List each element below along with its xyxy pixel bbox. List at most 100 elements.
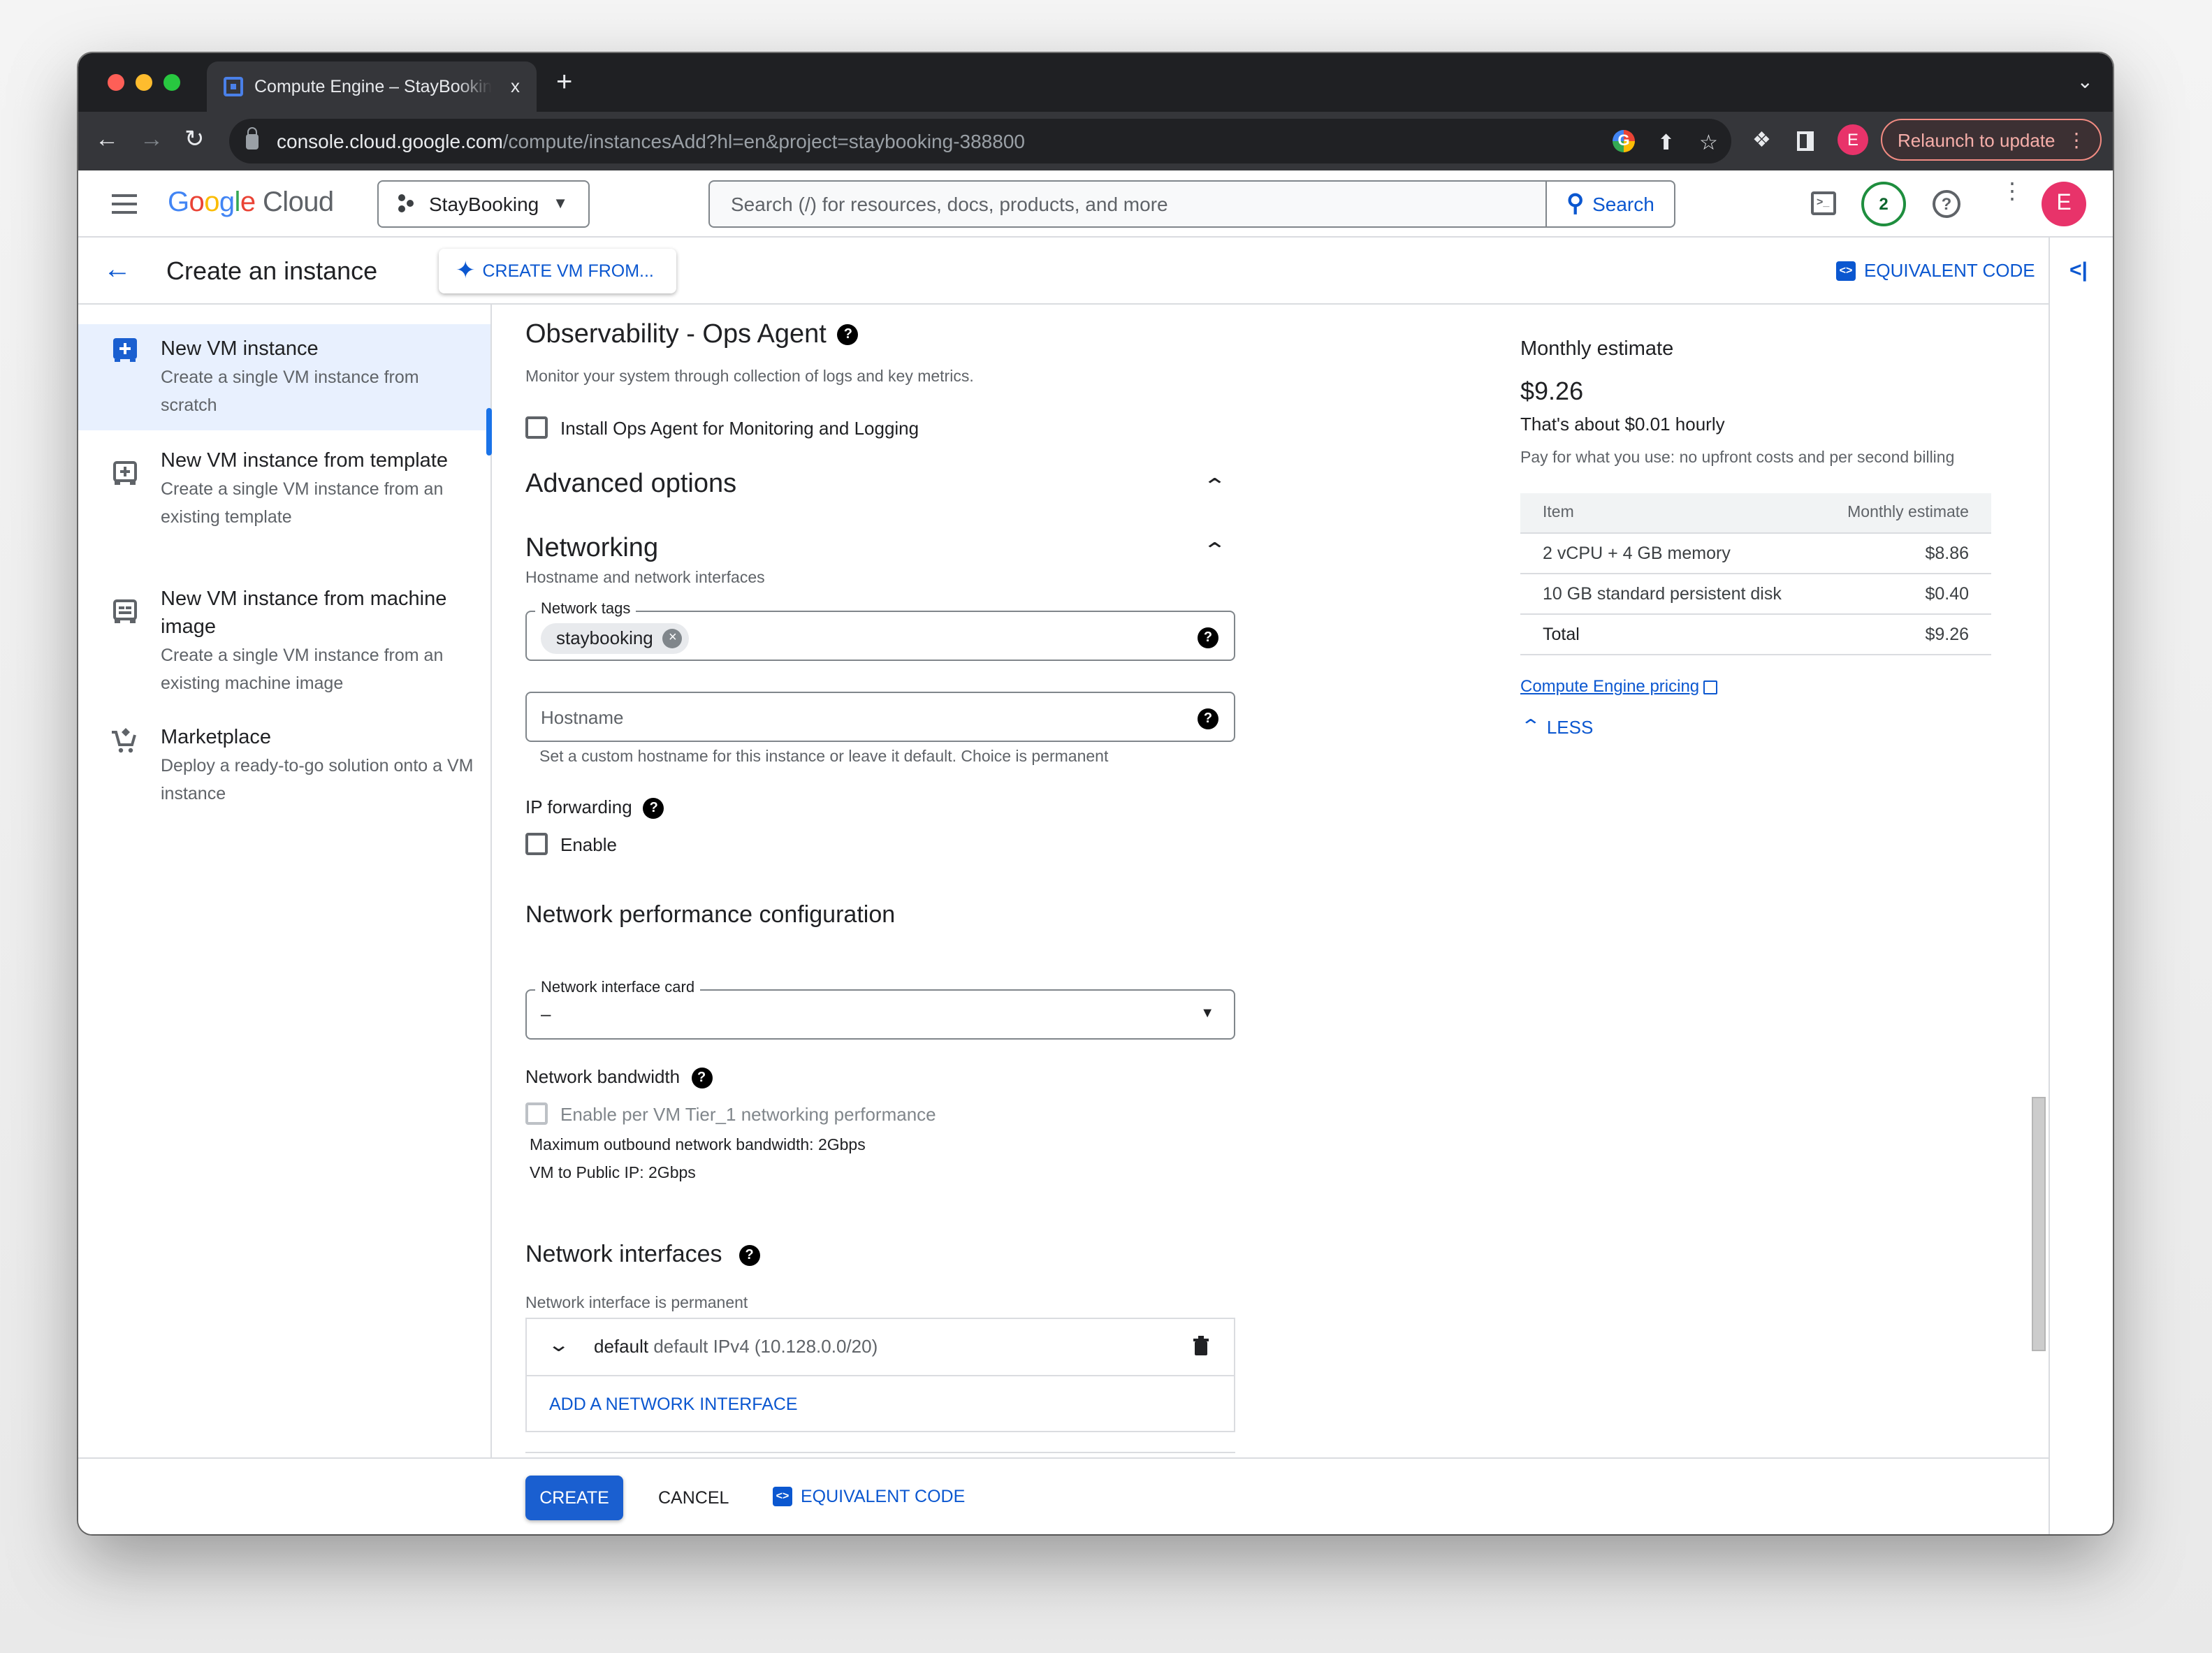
help-icon[interactable]: ?: [1933, 190, 1960, 218]
observability-heading: Observability - Ops Agent?: [525, 320, 859, 351]
delete-icon[interactable]: [1193, 1336, 1209, 1355]
ops-agent-checkbox[interactable]: [525, 416, 548, 439]
page-scrollbar[interactable]: [2032, 1097, 2046, 1351]
relaunch-label: Relaunch to update: [1898, 129, 2055, 150]
browser-toolbar: ← → ↻ console.cloud.google.com/compute/i…: [78, 112, 2113, 170]
compute-engine-favicon-icon: [224, 77, 243, 96]
network-tags-label: Network tags: [535, 601, 636, 618]
new-tab-button[interactable]: +: [556, 67, 572, 99]
sidebar-item-marketplace[interactable]: Marketplace Deploy a ready-to-go solutio…: [78, 724, 490, 808]
footer-equivalent-code-label: EQUIVALENT CODE: [801, 1487, 966, 1506]
sidebar-item-description: Deploy a ready-to-go solution onto a VM …: [161, 756, 474, 803]
help-icon[interactable]: ?: [643, 798, 664, 820]
browser-menu-icon[interactable]: ⋮: [2067, 129, 2086, 152]
sidebar-item-description: Create a single VM instance from an exis…: [161, 479, 444, 527]
column-header-item: Item: [1520, 493, 1817, 533]
tab-search-chevron-icon[interactable]: ⌄: [2077, 70, 2093, 94]
interface-detail: default IPv4 (10.128.0.0/20): [653, 1336, 878, 1357]
create-button[interactable]: CREATE: [525, 1476, 623, 1520]
chevron-up-icon[interactable]: ⌃: [1202, 474, 1227, 499]
ip-forwarding-label: IP forwarding?: [525, 796, 664, 820]
ip-forwarding-checkbox-row[interactable]: Enable: [525, 833, 617, 855]
relaunch-to-update-button[interactable]: Relaunch to update ⋮: [1881, 119, 2102, 161]
create-vm-from-label: CREATE VM FROM...: [482, 261, 654, 281]
pricing-link-label: Compute Engine pricing: [1520, 676, 1700, 696]
hostname-field[interactable]: Hostname ?: [525, 692, 1235, 742]
collapse-panel-icon[interactable]: <|: [2069, 258, 2088, 282]
ops-agent-checkbox-row[interactable]: Install Ops Agent for Monitoring and Log…: [525, 416, 919, 439]
caret-down-icon: ▼: [553, 196, 568, 212]
maximize-window-button[interactable]: [163, 74, 180, 91]
equivalent-code-button[interactable]: <> EQUIVALENT CODE: [1836, 260, 2035, 281]
less-button[interactable]: ⌃ LESS: [1520, 715, 1594, 738]
compute-engine-pricing-link[interactable]: Compute Engine pricing: [1520, 676, 1718, 696]
footer-equivalent-code-button[interactable]: <> EQUIVALENT CODE: [773, 1487, 965, 1506]
remove-tag-icon[interactable]: ×: [662, 629, 683, 648]
create-vm-from-button[interactable]: ✦ CREATE VM FROM...: [439, 249, 676, 293]
help-icon[interactable]: ?: [1198, 708, 1218, 730]
bookmark-star-icon[interactable]: ☆: [1699, 130, 1718, 155]
advanced-options-heading[interactable]: Advanced options: [525, 469, 736, 500]
estimate-cost: $0.40: [1817, 573, 1991, 614]
help-icon[interactable]: ?: [837, 324, 859, 346]
close-window-button[interactable]: [108, 74, 124, 91]
help-icon[interactable]: ?: [691, 1068, 713, 1089]
forward-icon[interactable]: →: [140, 126, 163, 154]
network-performance-heading: Network performance configuration: [525, 901, 896, 928]
back-arrow-icon[interactable]: ←: [103, 254, 131, 286]
sidebar-item-from-machine-image[interactable]: New VM instance from machine image Creat…: [78, 585, 490, 697]
help-icon[interactable]: ?: [738, 1245, 760, 1267]
search-button[interactable]: ⚲ Search: [1545, 182, 1674, 226]
side-panel-icon[interactable]: [1797, 131, 1814, 151]
tier1-checkbox: [525, 1102, 548, 1125]
column-header-monthly-estimate: Monthly estimate: [1817, 493, 1991, 533]
logo-letter: o: [189, 187, 205, 218]
network-tag-value: staybooking: [556, 627, 653, 648]
machine-image-icon: [113, 599, 137, 623]
reload-icon[interactable]: ↻: [184, 126, 205, 154]
network-bandwidth-text: Network bandwidth: [525, 1066, 681, 1087]
ip-forwarding-text: IP forwarding: [525, 796, 632, 817]
chevron-up-icon[interactable]: ⌃: [1202, 538, 1227, 563]
code-icon: <>: [1836, 261, 1856, 280]
google-cloud-logo[interactable]: Google Cloud: [168, 187, 334, 219]
template-icon: [113, 461, 137, 485]
lock-icon: [246, 126, 259, 149]
network-tags-field[interactable]: Network tags staybooking × ?: [525, 601, 1235, 661]
ip-forwarding-checkbox[interactable]: [525, 833, 548, 855]
network-interface-row[interactable]: ⌄ default default IPv4 (10.128.0.0/20): [527, 1319, 1234, 1376]
account-avatar[interactable]: E: [2042, 182, 2086, 226]
cloud-shell-icon[interactable]: >_: [1811, 191, 1836, 215]
notifications-badge[interactable]: 2: [1861, 182, 1906, 226]
networking-heading[interactable]: Networking: [525, 534, 658, 565]
search-icon: ⚲: [1566, 190, 1585, 217]
table-row: Total $9.26: [1520, 613, 1991, 655]
help-icon[interactable]: ?: [1198, 627, 1218, 649]
back-icon[interactable]: ←: [95, 126, 119, 154]
browser-profile-avatar[interactable]: E: [1838, 124, 1868, 155]
page-header: ← Create an instance ✦ CREATE VM FROM...…: [78, 238, 2049, 305]
sidebar-item-from-template[interactable]: New VM instance from template Create a s…: [78, 447, 490, 531]
extensions-puzzle-icon[interactable]: ❖: [1752, 127, 1771, 152]
project-selector[interactable]: StayBooking ▼: [377, 180, 590, 228]
tab-close-icon[interactable]: x: [511, 75, 520, 96]
chevron-down-icon[interactable]: ⌄: [547, 1333, 570, 1357]
nic-select[interactable]: Network interface card – ▼: [525, 980, 1235, 1040]
google-lens-icon[interactable]: [1613, 130, 1635, 158]
sidebar-item-description: Create a single VM instance from scratch: [161, 367, 419, 415]
browser-tab[interactable]: Compute Engine – StayBooking x: [207, 61, 537, 112]
search-input[interactable]: [710, 182, 1545, 226]
address-bar[interactable]: console.cloud.google.com/compute/instanc…: [229, 119, 1731, 163]
hamburger-menu-icon[interactable]: [112, 194, 137, 214]
more-options-icon[interactable]: ⋮: [2001, 181, 2023, 203]
interface-name: default default IPv4 (10.128.0.0/20): [594, 1336, 878, 1357]
add-network-interface-button[interactable]: ADD A NETWORK INTERFACE: [549, 1395, 798, 1414]
network-tags-help[interactable]: ?: [1198, 626, 1218, 651]
url-path: /compute/instancesAdd?hl=en&project=stay…: [502, 130, 1025, 152]
networking-subtitle: Hostname and network interfaces: [525, 570, 765, 587]
cancel-button[interactable]: CANCEL: [658, 1488, 729, 1508]
minimize-window-button[interactable]: [136, 74, 152, 91]
sidebar-item-new-vm-instance[interactable]: New VM instance Create a single VM insta…: [78, 324, 490, 430]
hostname-help[interactable]: ?: [1198, 707, 1218, 732]
share-icon[interactable]: ⬆: [1657, 130, 1675, 155]
